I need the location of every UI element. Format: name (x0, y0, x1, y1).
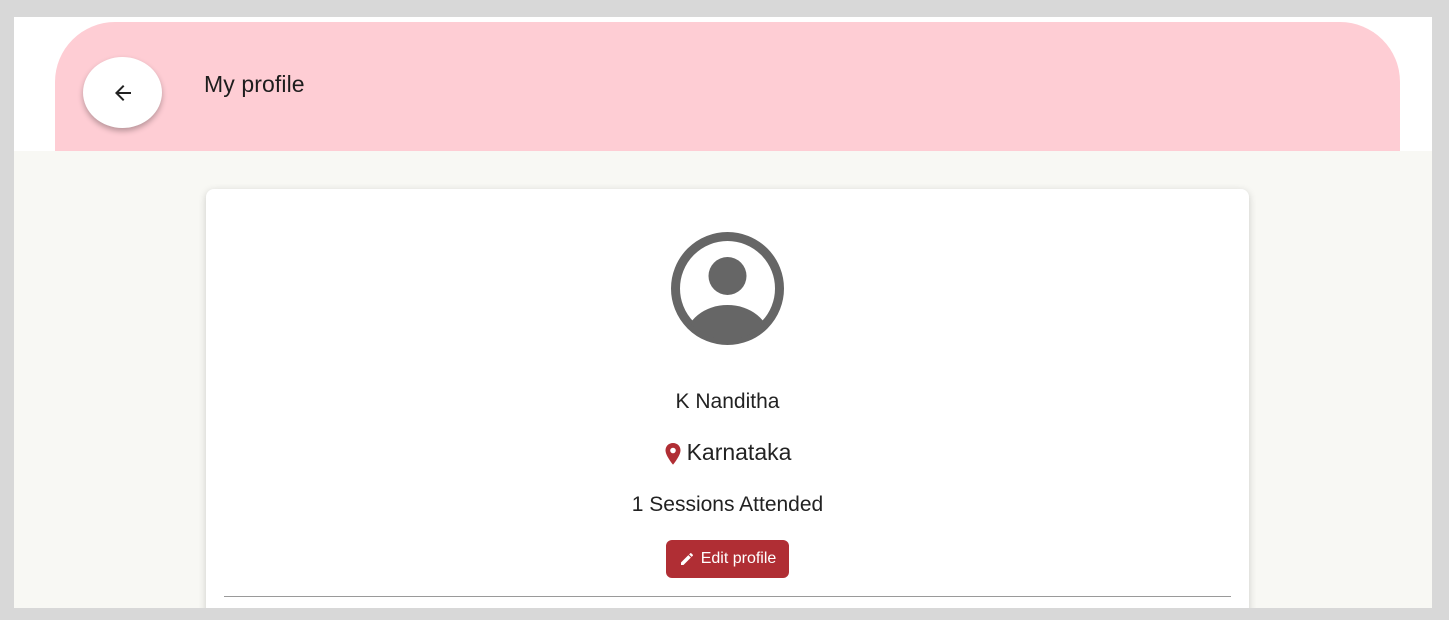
location-text: Karnataka (686, 439, 792, 465)
map-pin-icon (665, 442, 681, 465)
sessions-attended: 1 Sessions Attended (631, 493, 824, 516)
arrow-left-icon (114, 84, 131, 101)
profile-card: K Nanditha Karnataka 1 Sessions Attended… (206, 189, 1249, 608)
divider (224, 596, 1231, 597)
user-name: K Nanditha (675, 390, 780, 413)
account-circle-icon (671, 232, 784, 345)
page-viewport: My profile K Nanditha Karnataka 1 Sessio… (14, 17, 1432, 608)
edit-profile-button[interactable]: Edit profile (666, 540, 789, 578)
pencil-icon (680, 552, 693, 565)
back-button[interactable] (83, 57, 162, 128)
edit-profile-label: Edit profile (700, 550, 777, 567)
page-title: My profile (204, 71, 305, 97)
location-row: Karnataka (206, 439, 1249, 466)
